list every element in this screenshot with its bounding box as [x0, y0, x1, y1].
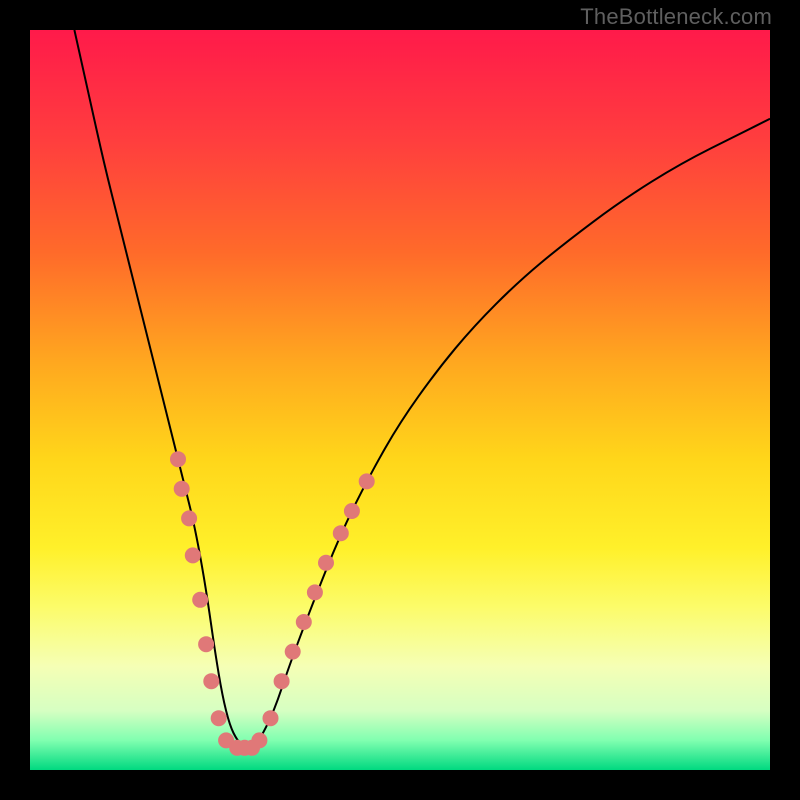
data-point	[203, 673, 219, 689]
data-point	[307, 584, 323, 600]
data-point	[251, 732, 267, 748]
data-point	[174, 481, 190, 497]
data-point	[359, 473, 375, 489]
data-point	[318, 555, 334, 571]
watermark-text: TheBottleneck.com	[580, 4, 772, 30]
data-point	[181, 510, 197, 526]
data-point	[263, 710, 279, 726]
data-point	[333, 525, 349, 541]
data-point	[185, 547, 201, 563]
data-point	[198, 636, 214, 652]
data-point	[296, 614, 312, 630]
data-point	[274, 673, 290, 689]
data-point	[211, 710, 227, 726]
data-point	[344, 503, 360, 519]
chart-frame	[30, 30, 770, 770]
gradient-background	[30, 30, 770, 770]
data-point	[170, 451, 186, 467]
data-point	[285, 644, 301, 660]
chart-svg	[30, 30, 770, 770]
data-point	[192, 592, 208, 608]
